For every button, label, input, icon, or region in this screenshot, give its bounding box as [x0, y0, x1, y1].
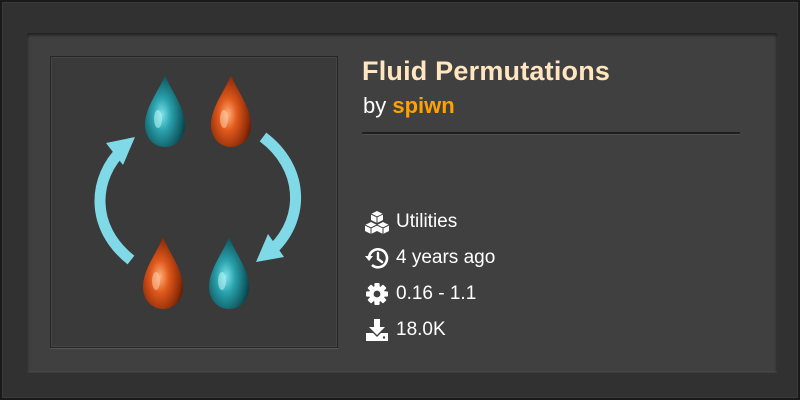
- mod-card-frame: Fluid Permutations by spiwn Utilities 4 …: [0, 0, 800, 400]
- author-link[interactable]: spiwn: [392, 93, 454, 118]
- versions-row: 0.16 - 1.1: [364, 281, 476, 307]
- teal-drop-bottom: [209, 237, 249, 309]
- download-icon: [364, 318, 390, 342]
- downloads-label: 18.0K: [396, 319, 446, 340]
- orange-drop-top: [211, 75, 251, 147]
- category-row: Utilities: [364, 209, 457, 235]
- category-label[interactable]: Utilities: [396, 211, 457, 233]
- mod-thumbnail[interactable]: [50, 56, 338, 348]
- cubes-icon: [364, 210, 390, 234]
- teal-drop-top: [145, 75, 185, 147]
- gear-icon: [364, 282, 390, 306]
- updated-row: 4 years ago: [364, 245, 495, 271]
- updated-label: 4 years ago: [396, 247, 496, 268]
- versions-label: 0.16 - 1.1: [396, 283, 477, 304]
- mod-byline: by spiwn: [363, 93, 455, 119]
- orange-drop-bottom: [143, 237, 183, 309]
- rotate-arrow-left: [94, 144, 135, 265]
- downloads-row: 18.0K: [364, 317, 446, 343]
- title-divider: [362, 132, 740, 135]
- by-prefix: by: [363, 93, 387, 118]
- rotate-arrow-right: [259, 132, 302, 253]
- mod-title[interactable]: Fluid Permutations: [362, 56, 610, 87]
- fluid-permutations-icon: [94, 75, 302, 309]
- history-icon: [364, 246, 390, 270]
